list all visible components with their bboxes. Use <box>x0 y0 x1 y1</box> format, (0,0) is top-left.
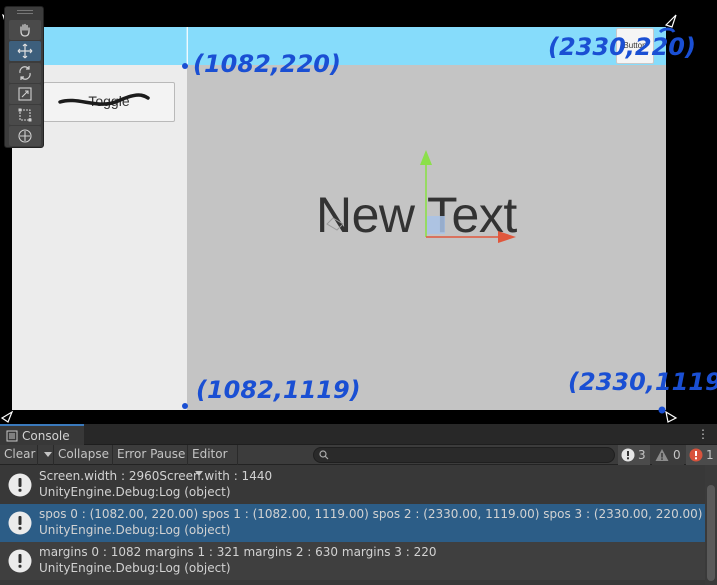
rotate-icon <box>19 66 31 80</box>
more-options-icon[interactable]: ⋮ <box>697 427 709 441</box>
console-list-icon <box>6 430 18 442</box>
hand-tool-button[interactable] <box>9 20 41 40</box>
error-pause-label: Error Pause <box>117 447 186 461</box>
editor-dropdown[interactable]: Editor <box>188 445 238 476</box>
scene-tool-palette <box>4 6 44 148</box>
search-icon <box>319 450 329 460</box>
scale-icon <box>18 87 32 101</box>
rect-tool-button[interactable] <box>9 105 41 125</box>
log-message: spos 0 : (1082.00, 220.00) spos 1 : (108… <box>39 507 703 521</box>
unity-editor: Toggle Button New Text (1082,220) (2330,… <box>0 0 717 585</box>
info-icon <box>8 473 32 497</box>
warning-icon <box>655 449 669 461</box>
log-stacktrace: UnityEngine.Debug:Log (object) <box>39 485 231 499</box>
console-search-input[interactable] <box>313 447 615 463</box>
rotate-tool-button[interactable] <box>9 63 41 83</box>
info-icon <box>8 511 32 535</box>
collapse-label: Collapse <box>58 447 109 461</box>
rect-transform-icon <box>18 108 32 122</box>
corner-handle-top-right <box>664 14 677 28</box>
corner-handle-bottom-left <box>0 410 14 423</box>
log-stacktrace: UnityEngine.Debug:Log (object) <box>39 561 231 575</box>
annotation-top-right: (2330,220) <box>548 33 696 61</box>
move-tool-button[interactable] <box>9 41 41 61</box>
panel-divider <box>187 27 188 65</box>
annotation-bottom-left: (1082,1119) <box>196 376 361 404</box>
annotation-bottom-right: (2330,1119) <box>568 368 717 396</box>
annotation-top-left: (1082,220) <box>193 50 341 78</box>
clear-button[interactable]: Clear <box>0 445 38 465</box>
console-scrollbar[interactable] <box>705 465 717 585</box>
move-arrows-icon <box>17 43 33 59</box>
log-message: margins 0 : 1082 margins 1 : 321 margins… <box>39 545 437 559</box>
log-entry[interactable]: margins 0 : 1082 margins 1 : 321 margins… <box>0 542 705 580</box>
clear-options-dropdown[interactable] <box>38 445 54 465</box>
console-tab-label: Console <box>22 429 70 443</box>
hand-icon <box>20 23 30 37</box>
info-count: 3 <box>638 448 646 462</box>
chevron-down-icon <box>44 452 52 457</box>
scroll-thumb[interactable] <box>707 485 715 581</box>
log-entry[interactable]: Screen.width : 2960Screen.with : 1440 Un… <box>0 466 705 504</box>
log-entry-selected[interactable]: spos 0 : (1082.00, 220.00) spos 1 : (108… <box>0 504 705 542</box>
clear-label: Clear <box>4 447 36 461</box>
error-icon <box>689 448 703 462</box>
scribble-mark <box>58 93 150 106</box>
new-text-label[interactable]: New Text <box>316 186 517 244</box>
error-pause-toggle[interactable]: Error Pause <box>113 445 188 465</box>
scale-tool-button[interactable] <box>9 84 41 104</box>
warning-count: 0 <box>673 448 681 462</box>
transform-icon <box>18 129 32 143</box>
corner-handle-bottom-right <box>665 410 678 423</box>
collapse-toggle[interactable]: Collapse <box>54 445 113 465</box>
log-message: Screen.width : 2960Screen.with : 1440 <box>39 469 273 483</box>
info-icon <box>621 448 635 462</box>
transform-tool-button[interactable] <box>9 126 41 146</box>
scene-view[interactable]: Toggle Button New Text (1082,220) (2330,… <box>0 0 717 424</box>
tab-console[interactable]: Console <box>0 424 84 445</box>
console-toolbar: Clear Collapse Error Pause Editor 3 0 1 <box>0 445 717 476</box>
editor-label: Editor <box>192 447 228 461</box>
error-count: 1 <box>706 448 714 462</box>
log-stacktrace: UnityEngine.Debug:Log (object) <box>39 523 231 537</box>
console-tab-bar: Console ⋮ <box>0 424 717 445</box>
info-icon <box>8 549 32 573</box>
console-window: Console ⋮ Clear Collapse Error Pause Edi… <box>0 424 717 585</box>
